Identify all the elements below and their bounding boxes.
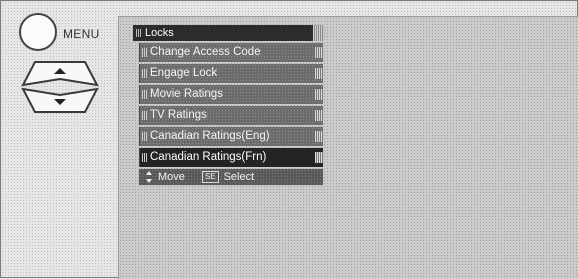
menu-item-label: Canadian Ratings(Eng) — [150, 130, 270, 142]
menu-item-movie-ratings[interactable]: Movie Ratings — [139, 85, 323, 104]
move-hint-label: Move — [158, 171, 185, 183]
up-arrow-button[interactable] — [21, 59, 99, 87]
select-hint-label: Select — [223, 171, 255, 183]
menu-title-bar: Locks — [133, 25, 323, 41]
title-tab-icon — [313, 25, 323, 41]
locks-menu: Locks Change Access Code Engage Lock Mov… — [133, 25, 323, 185]
menu-item-label: TV Ratings — [150, 109, 207, 121]
menu-item-change-access-code[interactable]: Change Access Code — [139, 43, 323, 62]
menu-item-canadian-ratings-eng[interactable]: Canadian Ratings(Eng) — [139, 127, 323, 146]
item-tab-icon — [315, 89, 323, 100]
manual-illustration-frame: MENU Locks Change Access Code Engage Loc… — [0, 0, 578, 279]
menu-item-engage-lock[interactable]: Engage Lock — [139, 64, 323, 83]
menu-item-label: Engage Lock — [150, 67, 218, 79]
item-tab-icon — [315, 47, 323, 58]
menu-item-label: Change Access Code — [150, 46, 261, 58]
move-arrows-icon — [146, 171, 152, 183]
menu-item-label: Canadian Ratings(Frn) — [150, 151, 267, 163]
menu-item-tv-ratings[interactable]: TV Ratings — [139, 106, 323, 125]
menu-item-canadian-ratings-frn[interactable]: Canadian Ratings(Frn) — [139, 148, 323, 167]
menu-list: Change Access Code Engage Lock Movie Rat… — [133, 43, 323, 167]
menu-button[interactable] — [19, 13, 57, 51]
item-tab-icon — [315, 152, 323, 163]
menu-title: Locks — [145, 27, 174, 39]
item-tab-icon — [315, 131, 323, 142]
select-key-icon: SE — [201, 171, 219, 183]
menu-button-label: MENU — [63, 27, 100, 41]
menu-item-label: Movie Ratings — [150, 88, 223, 100]
menu-footer-hints: Move SE Select — [139, 169, 323, 185]
tv-screen: Locks Change Access Code Engage Lock Mov… — [118, 16, 578, 279]
down-arrow-button[interactable] — [21, 87, 99, 115]
item-tab-icon — [315, 110, 323, 121]
remote-control-panel: MENU — [15, 9, 115, 113]
item-tab-icon — [315, 68, 323, 79]
